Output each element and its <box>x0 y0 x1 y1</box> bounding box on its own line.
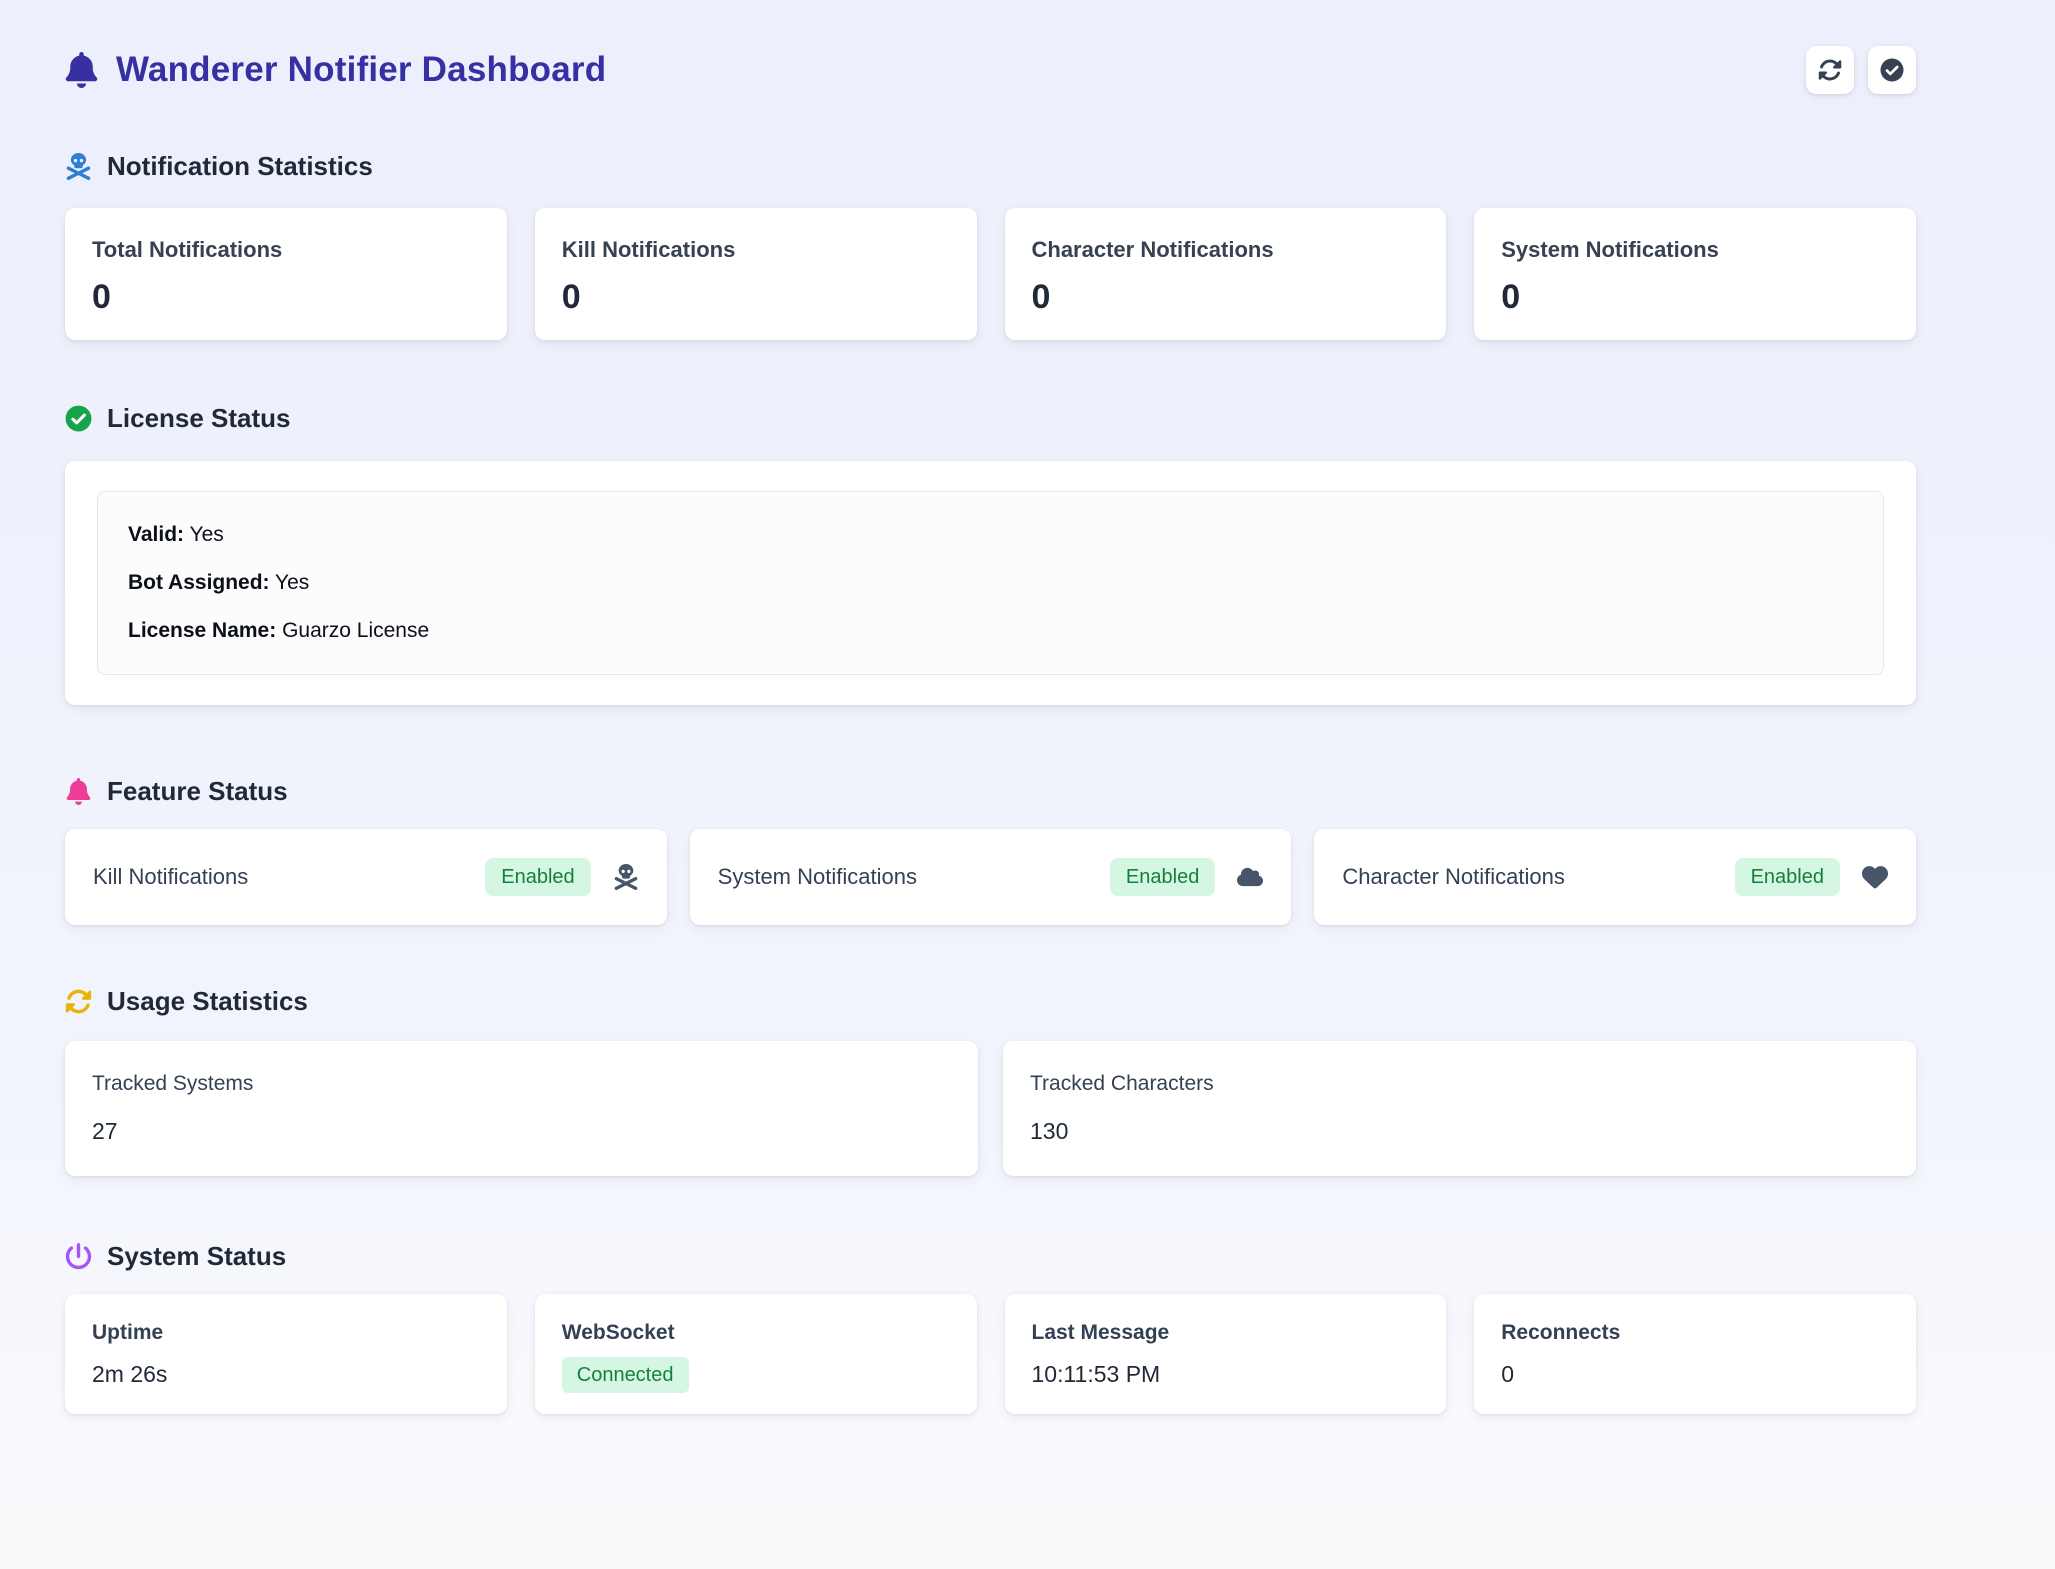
system-card-websocket: WebSocket Connected <box>535 1294 977 1414</box>
feature-card-kill-notifications: Kill Notifications Enabled <box>65 829 667 925</box>
system-value: 10:11:53 PM <box>1032 1361 1420 1388</box>
page-title: Wanderer Notifier Dashboard <box>116 50 606 90</box>
feature-card-row: Kill Notifications Enabled System Notifi… <box>65 829 1916 925</box>
section-heading: License Status <box>65 402 1916 434</box>
license-bot-assigned-label: Bot Assigned: <box>128 571 270 594</box>
system-value: 0 <box>1501 1361 1889 1388</box>
section-heading: Notification Statistics <box>65 150 1916 182</box>
section-title-text: Usage Statistics <box>107 985 308 1017</box>
system-label: Last Message <box>1032 1321 1420 1345</box>
feature-card-system-notifications: System Notifications Enabled <box>690 829 1292 925</box>
bell-icon <box>65 52 98 88</box>
power-icon <box>65 1243 92 1270</box>
usage-label: Tracked Characters <box>1030 1072 1889 1096</box>
section-system-status: System Status Uptime 2m 26s WebSocket Co… <box>65 1240 1916 1414</box>
enabled-badge: Enabled <box>1735 858 1840 896</box>
enabled-badge: Enabled <box>1110 858 1215 896</box>
stat-label: Kill Notifications <box>562 237 950 263</box>
header: Wanderer Notifier Dashboard <box>65 0 1916 94</box>
section-usage-statistics: Usage Statistics Tracked Systems 27 Trac… <box>65 985 1916 1176</box>
stat-value: 0 <box>1501 278 1889 317</box>
stat-card-total-notifications: Total Notifications 0 <box>65 208 507 340</box>
section-heading: Usage Statistics <box>65 985 1916 1017</box>
license-name-value: Guarzo License <box>282 619 429 642</box>
usage-card-row: Tracked Systems 27 Tracked Characters 13… <box>65 1041 1916 1176</box>
skull-crossbones-icon <box>65 153 92 180</box>
stat-card-system-notifications: System Notifications 0 <box>1474 208 1916 340</box>
section-feature-status: Feature Status Kill Notifications Enable… <box>65 775 1916 925</box>
feature-label: Kill Notifications <box>93 864 248 890</box>
section-heading: Feature Status <box>65 775 1916 807</box>
feature-status-group: Enabled <box>485 858 638 896</box>
stat-card-row: Total Notifications 0 Kill Notifications… <box>65 208 1916 340</box>
heart-icon <box>1862 864 1888 890</box>
section-license-status: License Status Valid: Yes Bot Assigned: … <box>65 402 1916 705</box>
stat-value: 0 <box>92 278 480 317</box>
section-title-text: Feature Status <box>107 775 288 807</box>
stat-value: 0 <box>1032 278 1420 317</box>
system-card-reconnects: Reconnects 0 <box>1474 1294 1916 1414</box>
section-title-text: Notification Statistics <box>107 150 373 182</box>
license-valid-label: Valid: <box>128 523 184 546</box>
system-label: Uptime <box>92 1321 480 1345</box>
check-circle-icon <box>65 405 92 432</box>
stat-value: 0 <box>562 278 950 317</box>
license-name-label: License Name: <box>128 619 276 642</box>
license-valid-row: Valid: Yes <box>128 524 1853 546</box>
skull-crossbones-icon <box>613 864 639 890</box>
status-check-button[interactable] <box>1868 46 1916 94</box>
feature-status-group: Enabled <box>1735 858 1888 896</box>
stat-card-kill-notifications: Kill Notifications 0 <box>535 208 977 340</box>
system-card-uptime: Uptime 2m 26s <box>65 1294 507 1414</box>
stat-label: Character Notifications <box>1032 237 1420 263</box>
refresh-icon <box>65 988 92 1015</box>
license-card: Valid: Yes Bot Assigned: Yes License Nam… <box>65 461 1916 705</box>
usage-card-tracked-systems: Tracked Systems 27 <box>65 1041 978 1176</box>
section-heading: System Status <box>65 1240 1916 1272</box>
stat-card-character-notifications: Character Notifications 0 <box>1005 208 1447 340</box>
dashboard-page: Wanderer Notifier Dashboard Notification… <box>65 0 1916 1414</box>
feature-status-group: Enabled <box>1110 858 1263 896</box>
license-valid-value: Yes <box>190 523 224 546</box>
section-notification-statistics: Notification Statistics Total Notificati… <box>65 150 1916 340</box>
stat-label: System Notifications <box>1501 237 1889 263</box>
section-title-text: System Status <box>107 1240 286 1272</box>
header-actions <box>1806 46 1916 94</box>
feature-label: Character Notifications <box>1342 864 1565 890</box>
refresh-button[interactable] <box>1806 46 1854 94</box>
enabled-badge: Enabled <box>485 858 590 896</box>
system-card-last-message: Last Message 10:11:53 PM <box>1005 1294 1447 1414</box>
system-card-row: Uptime 2m 26s WebSocket Connected Last M… <box>65 1294 1916 1414</box>
bell-icon <box>65 778 92 805</box>
feature-label: System Notifications <box>718 864 917 890</box>
license-name-row: License Name: Guarzo License <box>128 620 1853 642</box>
usage-card-tracked-characters: Tracked Characters 130 <box>1003 1041 1916 1176</box>
connected-badge: Connected <box>562 1357 689 1393</box>
usage-label: Tracked Systems <box>92 1072 951 1096</box>
stat-label: Total Notifications <box>92 237 480 263</box>
cloud-icon <box>1237 864 1263 890</box>
system-value: 2m 26s <box>92 1361 480 1388</box>
license-details: Valid: Yes Bot Assigned: Yes License Nam… <box>97 491 1884 675</box>
license-bot-assigned-value: Yes <box>275 571 309 594</box>
system-label: WebSocket <box>562 1321 950 1345</box>
usage-value: 130 <box>1030 1118 1889 1145</box>
section-title-text: License Status <box>107 402 291 434</box>
system-label: Reconnects <box>1501 1321 1889 1345</box>
usage-value: 27 <box>92 1118 951 1145</box>
title-wrap: Wanderer Notifier Dashboard <box>65 50 606 90</box>
feature-card-character-notifications: Character Notifications Enabled <box>1314 829 1916 925</box>
refresh-icon <box>1818 58 1842 82</box>
license-bot-assigned-row: Bot Assigned: Yes <box>128 572 1853 594</box>
check-circle-icon <box>1880 58 1904 82</box>
